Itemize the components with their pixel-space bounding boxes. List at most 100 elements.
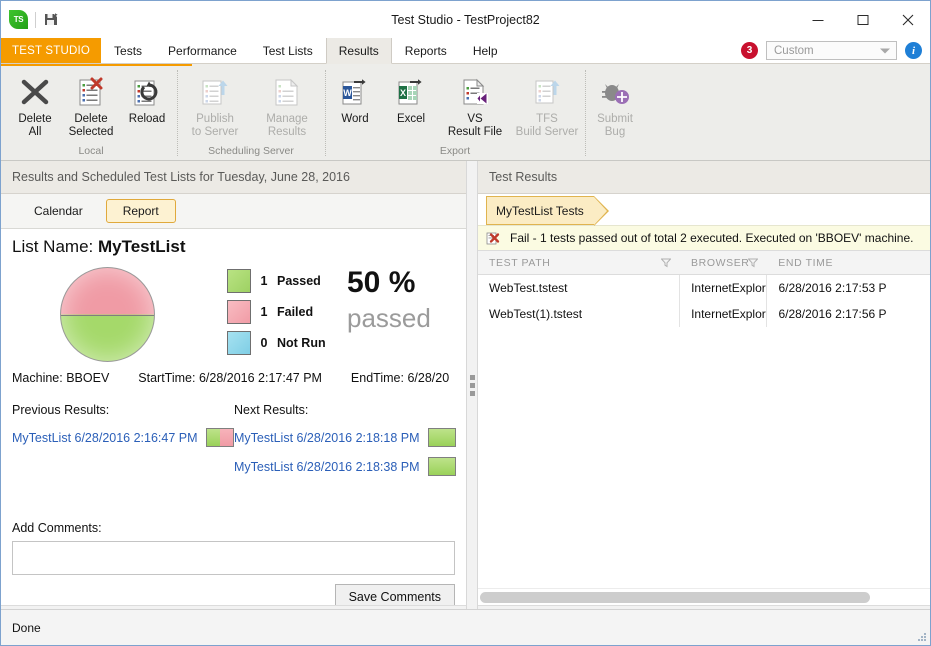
cell-end-time: 6/28/2016 2:17:56 P xyxy=(778,307,887,321)
word-export-icon: W xyxy=(335,73,375,111)
menu-tab-reports[interactable]: Reports xyxy=(392,38,460,63)
next-results-title: Next Results: xyxy=(234,403,309,417)
table-row[interactable]: WebTest.tstest InternetExplorer 6/28/201… xyxy=(478,275,930,301)
tfs-label-1: TFS xyxy=(536,113,558,125)
delete-all-label-2: All xyxy=(28,126,42,138)
ribbon-toolbar: Delete All Delete Selected Reload Local … xyxy=(1,64,930,161)
test-results-pane: Test Results MyTestList Tests Fail - 1 t xyxy=(478,161,930,609)
hscrollbar-thumb[interactable] xyxy=(480,591,870,603)
next-results-column: Next Results: MyTestList 6/28/2016 2:18:… xyxy=(234,403,456,481)
publish-to-server-button: Publish to Server xyxy=(179,70,251,139)
save-comments-button[interactable]: Save Comments xyxy=(334,584,455,605)
previous-result-link[interactable]: MyTestList 6/28/2016 2:16:47 PM xyxy=(12,431,198,445)
pass-percentage: 50 % passed xyxy=(347,265,431,335)
column-header-end-time[interactable]: END TIME xyxy=(767,251,930,274)
results-summary: 1 Passed 1 Failed 0 Not Run 50 % passed xyxy=(1,263,466,371)
notification-badge[interactable]: 3 xyxy=(741,42,758,59)
reload-button[interactable]: Reload xyxy=(119,70,175,126)
previous-result-bar xyxy=(205,428,234,447)
run-status-banner: Fail - 1 tests passed out of total 2 exe… xyxy=(478,225,930,250)
export-word-button[interactable]: W Word xyxy=(327,70,383,126)
ribbon-group-scheduling-server: Publish to Server Manage Results Schedul… xyxy=(177,64,325,160)
next-result-item-1[interactable]: MyTestList 6/28/2016 2:18:18 PM xyxy=(234,423,456,452)
close-button[interactable] xyxy=(885,1,930,38)
delete-selected-button[interactable]: Delete Selected xyxy=(63,70,119,139)
splitter-grip-icon xyxy=(469,374,475,396)
column-header-test-path[interactable]: TEST PATH xyxy=(478,251,680,274)
results-pane: Results and Scheduled Test Lists for Tue… xyxy=(1,161,466,609)
start-time-label: StartTime: xyxy=(138,371,196,385)
tab-calendar[interactable]: Calendar xyxy=(17,199,100,223)
legend-label-passed: Passed xyxy=(277,274,321,288)
column-header-test-path-label: TEST PATH xyxy=(489,256,551,269)
legend-row-not-run: 0 Not Run xyxy=(227,331,337,355)
menu-tab-results-label: Results xyxy=(338,43,379,58)
menu-tab-help[interactable]: Help xyxy=(460,38,511,63)
hscrollbar-track[interactable] xyxy=(480,591,928,603)
pane-splitter[interactable] xyxy=(466,161,478,609)
tfs-build-server-icon xyxy=(527,73,567,111)
column-header-browser[interactable]: BROWSER xyxy=(680,251,767,274)
next-result-link-2[interactable]: MyTestList 6/28/2016 2:18:38 PM xyxy=(234,460,420,474)
maximize-button[interactable] xyxy=(840,1,885,38)
reload-icon xyxy=(127,73,167,111)
column-header-end-time-label: END TIME xyxy=(778,256,834,269)
filter-icon-browser[interactable] xyxy=(747,258,759,267)
previous-results-column: Previous Results: MyTestList 6/28/2016 2… xyxy=(12,403,234,481)
tab-chevron-icon xyxy=(593,196,609,226)
legend-swatch-passed xyxy=(227,269,251,293)
reload-label-1: Reload xyxy=(128,113,166,125)
legend-row-passed: 1 Passed xyxy=(227,269,337,293)
menu-tab-test-studio[interactable]: TEST STUDIO xyxy=(1,38,102,63)
manage-results-label-2: Results xyxy=(267,126,307,138)
menu-tab-test-lists[interactable]: Test Lists xyxy=(250,38,326,63)
ribbon-group-export: W Word X Excel VS Result File TFS Build … xyxy=(325,64,585,160)
menu-tab-help-label: Help xyxy=(472,43,498,58)
delete-selected-label-2: Selected xyxy=(68,126,114,138)
cell-browser: InternetExplorer xyxy=(680,301,768,327)
title-bar: TS Test Studio - TestProject82 xyxy=(1,1,930,38)
vs-result-file-icon xyxy=(455,73,495,111)
title-bar-divider xyxy=(35,11,36,28)
menu-tab-tests-label: Tests xyxy=(114,43,143,58)
tab-mytestlist-tests[interactable]: MyTestList Tests xyxy=(486,196,609,226)
table-row[interactable]: WebTest(1).tstest InternetExplorer 6/28/… xyxy=(478,301,930,327)
run-status-text: Fail - 1 tests passed out of total 2 exe… xyxy=(510,231,914,245)
previous-result-item[interactable]: MyTestList 6/28/2016 2:16:47 PM xyxy=(12,423,234,452)
publish-icon xyxy=(195,73,235,111)
next-result-item-2[interactable]: MyTestList 6/28/2016 2:18:38 PM xyxy=(234,452,456,481)
resize-grip-icon[interactable] xyxy=(915,630,927,642)
export-excel-button[interactable]: X Excel xyxy=(383,70,439,126)
next-result-link-1[interactable]: MyTestList 6/28/2016 2:18:18 PM xyxy=(234,431,420,445)
comments-input[interactable] xyxy=(12,541,455,575)
menu-tab-test-studio-label: TEST STUDIO xyxy=(12,44,91,57)
filter-icon-test-path[interactable] xyxy=(660,258,672,267)
notification-badge-count: 3 xyxy=(746,45,753,56)
tab-report[interactable]: Report xyxy=(105,199,176,223)
menu-tab-tests[interactable]: Tests xyxy=(101,38,155,63)
export-vs-label-2: Result File xyxy=(447,126,503,138)
minimize-button[interactable] xyxy=(795,1,840,38)
list-name-prefix: List Name: xyxy=(12,237,98,256)
legend-label-not-run: Not Run xyxy=(277,336,326,350)
report-tab-strip: Calendar Report xyxy=(1,194,466,229)
delete-all-icon xyxy=(15,73,55,111)
cell-test-path: WebTest.tstest xyxy=(478,275,681,301)
delete-selected-label-1: Delete xyxy=(74,113,108,125)
main-menu-bar: TEST STUDIO Tests Performance Test Lists… xyxy=(1,38,930,64)
results-grid-hscrollbar[interactable] xyxy=(478,588,930,605)
menu-tab-performance[interactable]: Performance xyxy=(155,38,250,63)
publish-label-2: to Server xyxy=(191,126,239,138)
column-header-browser-label: BROWSER xyxy=(691,256,750,269)
fail-icon xyxy=(486,231,501,246)
profile-dropdown[interactable]: Custom xyxy=(766,41,897,60)
delete-all-button[interactable]: Delete All xyxy=(7,70,63,139)
export-vs-label-1: VS xyxy=(467,113,483,125)
legend-count-not-run: 0 xyxy=(260,336,268,350)
save-icon[interactable] xyxy=(43,11,60,28)
export-vs-result-file-button[interactable]: VS Result File xyxy=(439,70,511,139)
results-grid-header: TEST PATH BROWSER END TIME xyxy=(478,250,930,275)
info-icon[interactable]: i xyxy=(905,42,922,59)
tab-mytestlist-tests-label: MyTestList Tests xyxy=(496,203,584,218)
menu-tab-results[interactable]: Results xyxy=(325,38,392,64)
